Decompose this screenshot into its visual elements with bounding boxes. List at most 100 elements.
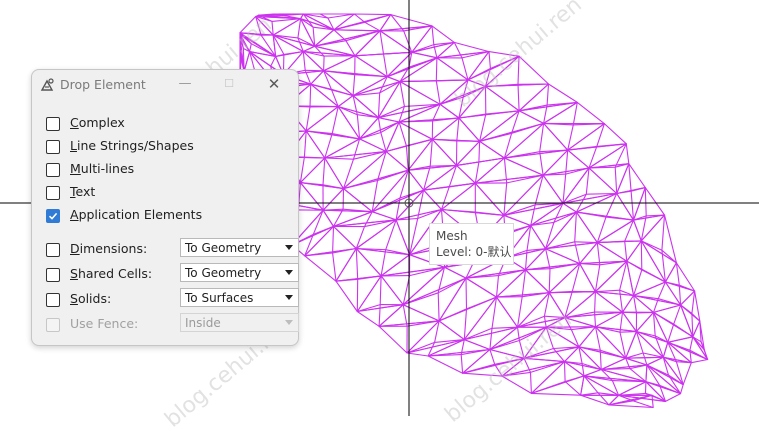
dropdown-arrow-icon[interactable] [285, 270, 293, 275]
mesh-edge [490, 328, 492, 349]
mesh-triangle [546, 243, 598, 264]
mesh-triangle [372, 170, 423, 212]
mesh-triangle [432, 139, 479, 165]
dimensions-select[interactable]: To Geometry [180, 238, 299, 257]
mesh-edge [479, 141, 480, 162]
mesh-edge [333, 253, 336, 281]
mesh-edge [354, 14, 364, 22]
maximize-icon[interactable]: ☐ [220, 75, 238, 93]
mesh-edge [495, 364, 502, 376]
mesh-edge [662, 215, 665, 250]
mesh-edge [384, 54, 388, 77]
mesh-edge [272, 21, 273, 35]
mesh-triangle [400, 80, 468, 104]
mesh-edge [627, 261, 642, 270]
mesh-triangle [623, 312, 654, 331]
mesh-triangle [531, 362, 584, 394]
use-fence-label: Use Fence: [70, 316, 138, 331]
mesh-edge [549, 269, 550, 293]
mesh-edge [380, 276, 381, 305]
mesh-triangle [581, 395, 619, 405]
mesh-edge [325, 158, 354, 159]
mesh-triangle [486, 56, 549, 86]
mesh-triangle [273, 19, 315, 47]
mesh-edge [531, 372, 532, 393]
application-elements-label: Application Elements [70, 207, 202, 222]
text-checkbox[interactable] [46, 186, 60, 200]
mesh-edge [544, 293, 549, 317]
shared-cells-select[interactable]: To Geometry [180, 263, 299, 282]
mesh-triangle [504, 150, 567, 175]
dropdown-arrow-icon[interactable] [285, 295, 293, 300]
mesh-edge [457, 118, 459, 141]
dimensions-label: Dimensions: [70, 241, 147, 256]
mesh-edge [597, 217, 606, 243]
solids-checkbox[interactable] [46, 293, 60, 307]
mesh-edge [546, 249, 550, 269]
mesh-triangle [601, 358, 647, 369]
mesh-triangle [502, 362, 564, 394]
mesh-edge [250, 44, 252, 52]
mesh-edge [353, 75, 355, 96]
shared-cells-checkbox[interactable] [46, 268, 60, 282]
mesh-edge [625, 241, 627, 261]
mesh-edge [504, 183, 507, 215]
mesh-triangle [641, 241, 676, 282]
mesh-edge [518, 56, 519, 84]
mesh-triangle [403, 278, 466, 321]
mesh-edge [565, 382, 581, 396]
multi-lines-checkbox[interactable] [46, 163, 60, 177]
application-elements-checkbox[interactable] [46, 209, 60, 223]
complex-label: Complex [70, 115, 125, 130]
mesh-edge [631, 191, 633, 220]
text-label: Text [70, 184, 95, 199]
dimensions-checkbox[interactable] [46, 243, 60, 257]
solids-select[interactable]: To Surfaces [180, 288, 299, 307]
close-icon[interactable]: ✕ [265, 75, 283, 93]
mesh-triangle [681, 305, 700, 337]
mesh-edge [463, 86, 485, 97]
line-strings-label: Line Strings/Shapes [70, 138, 194, 153]
tooltip-element-type: Mesh [430, 228, 513, 244]
mesh-edge [432, 26, 434, 45]
mesh-edge [620, 261, 627, 290]
mesh-edge [589, 146, 597, 168]
checkmark-icon [48, 211, 58, 221]
mesh-edge [631, 188, 645, 192]
mesh-edge [378, 93, 379, 118]
mesh-edge [323, 158, 325, 185]
dialog-titlebar[interactable]: Drop Element — ☐ ✕ [32, 70, 298, 100]
mesh-edge [518, 84, 519, 111]
triangulated-mesh[interactable] [240, 14, 708, 408]
mesh-triangle [437, 52, 489, 80]
mesh-edge [519, 105, 547, 111]
mesh-triangle [681, 291, 700, 321]
mesh-edge [637, 312, 654, 313]
mesh-edge [430, 139, 432, 166]
mesh-edge [620, 332, 626, 358]
mesh-edge [674, 305, 681, 324]
mesh-edge [372, 198, 400, 212]
complex-checkbox[interactable] [46, 117, 60, 131]
mesh-edge [459, 114, 486, 118]
mesh-edge [668, 324, 674, 342]
mesh-edge [381, 133, 386, 152]
minimize-icon[interactable]: — [176, 75, 194, 93]
drop-element-icon [39, 77, 55, 93]
line-strings-checkbox[interactable] [46, 140, 60, 154]
dropdown-arrow-icon[interactable] [285, 245, 293, 250]
mesh-edge [243, 49, 244, 72]
use-fence-checkbox [46, 318, 60, 332]
mesh-triangle [626, 332, 664, 359]
mesh-edge [284, 52, 303, 55]
mesh-edge [565, 376, 584, 382]
shared-cells-select-value: To Geometry [185, 266, 261, 280]
mesh-edge [428, 355, 461, 356]
mesh-edge [324, 56, 325, 71]
mesh-edge [620, 332, 636, 333]
element-tooltip: Mesh Level: 0-默认 [429, 223, 514, 265]
mesh-edge [461, 355, 462, 374]
mesh-edge [595, 292, 596, 312]
mesh-edge [365, 22, 380, 31]
mesh-edge [403, 305, 407, 327]
